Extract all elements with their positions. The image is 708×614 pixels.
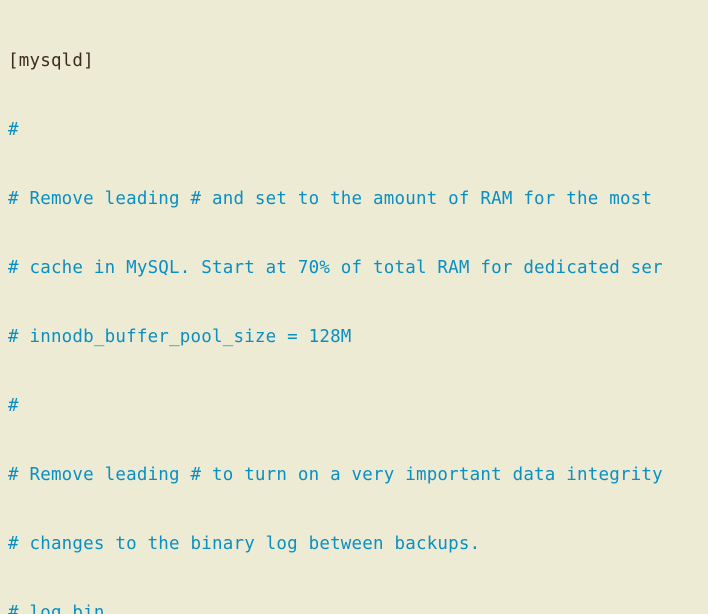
comment-line: # Remove leading # and set to the amount… <box>8 189 663 209</box>
comment-innodb-buffer-pool-size: # innodb_buffer_pool_size = 128M <box>8 327 352 347</box>
config-editor: [mysqld] # # Remove leading # and set to… <box>0 0 708 614</box>
comment-line: # changes to the binary log between back… <box>8 534 480 554</box>
comment-log-bin: # log_bin <box>8 603 105 614</box>
comment-line: # cache in MySQL. Start at 70% of total … <box>8 258 663 278</box>
comment-line: # <box>8 120 19 140</box>
comment-line: # Remove leading # to turn on a very imp… <box>8 465 663 485</box>
comment-line: # <box>8 396 19 416</box>
ini-section-mysqld: [mysqld] <box>8 51 94 71</box>
